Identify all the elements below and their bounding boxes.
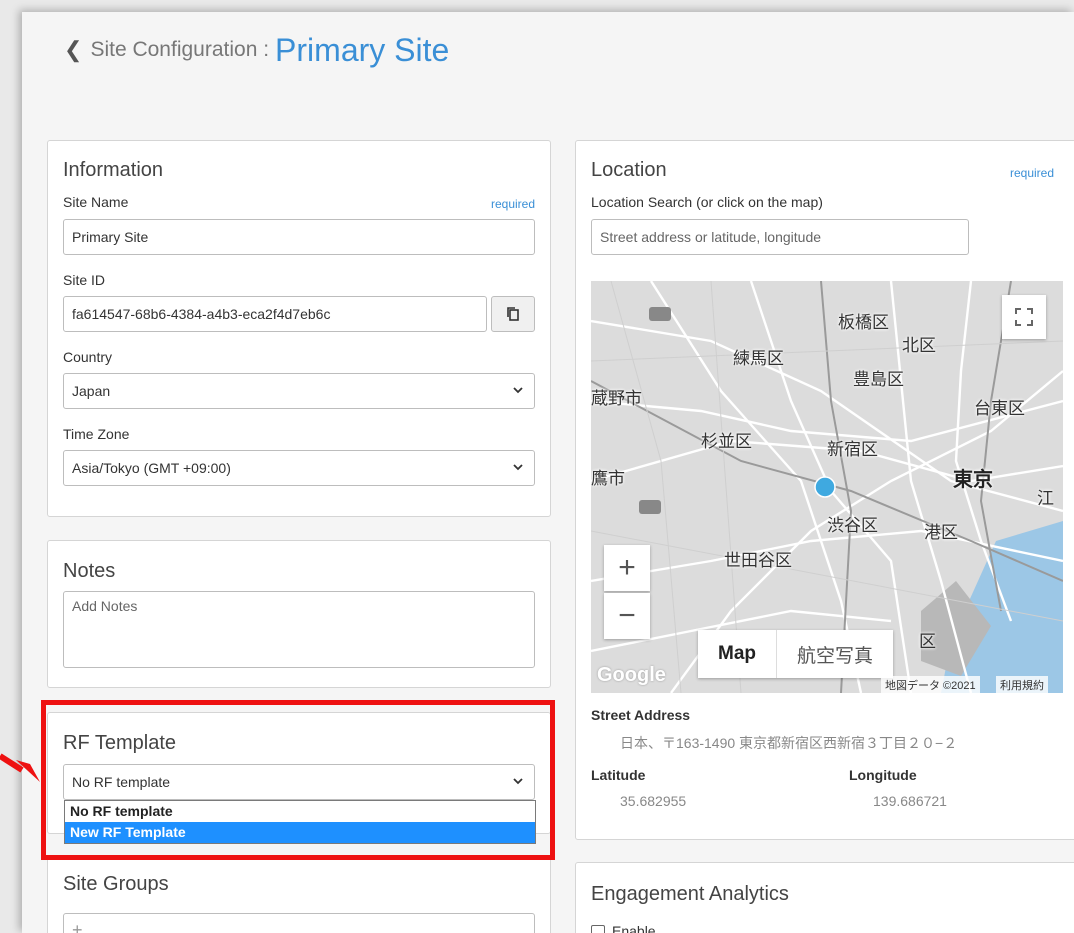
longitude-label: Longitude bbox=[849, 767, 917, 783]
chevron-left-icon[interactable]: ❮ bbox=[64, 37, 82, 63]
engagement-analytics-card: Engagement Analytics Enable bbox=[575, 862, 1074, 933]
map-type-map-button[interactable]: Map bbox=[698, 630, 776, 678]
breadcrumb[interactable]: Site Configuration : bbox=[90, 38, 269, 62]
page-title: Primary Site bbox=[275, 31, 450, 68]
enable-label: Enable bbox=[612, 923, 656, 933]
copy-icon bbox=[507, 307, 519, 321]
map-label: 杉並区 bbox=[701, 432, 752, 451]
map-label: 豊島区 bbox=[853, 370, 904, 389]
map-type-satellite-button[interactable]: 航空写真 bbox=[776, 630, 893, 678]
add-icon[interactable]: + bbox=[72, 920, 83, 933]
notes-title: Notes bbox=[63, 560, 116, 582]
timezone-value: Asia/Tokyo (GMT +09:00) bbox=[72, 460, 231, 476]
timezone-label: Time Zone bbox=[63, 426, 130, 442]
zoom-in-button[interactable]: + bbox=[604, 545, 650, 591]
map-label: 区 bbox=[919, 632, 936, 651]
fullscreen-button[interactable] bbox=[1002, 295, 1046, 339]
location-map[interactable]: 板橋区 北区 練馬区 豊島区 蔵野市 台東区 杉並区 新宿区 東京 鷹市 江 渋… bbox=[591, 281, 1063, 693]
chevron-down-icon bbox=[513, 387, 523, 394]
site-name-label: Site Name bbox=[63, 194, 129, 210]
map-label: 台東区 bbox=[974, 399, 1025, 418]
map-label: 渋谷区 bbox=[827, 516, 878, 535]
map-label: 港区 bbox=[924, 523, 958, 542]
location-search-input[interactable]: Street address or latitude, longitude bbox=[591, 219, 969, 255]
site-groups-input[interactable]: + bbox=[63, 913, 535, 933]
enable-checkbox[interactable] bbox=[591, 925, 605, 933]
site-id-input[interactable]: fa614547-68b6-4384-a4b3-eca2f4d7eb6c bbox=[63, 296, 487, 332]
map-terms-link[interactable]: 利用規約 bbox=[996, 676, 1048, 693]
map-data-credit: 地図データ ©2021 bbox=[881, 676, 980, 693]
notes-textarea[interactable]: Add Notes bbox=[63, 591, 535, 668]
google-logo: Google bbox=[597, 664, 666, 686]
site-id-label: Site ID bbox=[63, 272, 106, 288]
map-label: 世田谷区 bbox=[724, 551, 792, 570]
map-label: 蔵野市 bbox=[591, 389, 642, 408]
map-label: 練馬区 bbox=[733, 349, 784, 368]
site-name-required: required bbox=[490, 197, 535, 211]
engagement-title: Engagement Analytics bbox=[591, 883, 789, 905]
information-title: Information bbox=[63, 159, 164, 181]
street-address-value: 日本、〒163-1490 東京都新宿区西新宿３丁目２０−２ bbox=[620, 735, 958, 751]
street-address-label: Street Address bbox=[591, 707, 691, 723]
location-title: Location bbox=[591, 159, 667, 181]
information-card: Information Site Name required Primary S… bbox=[47, 140, 551, 517]
latitude-label: Latitude bbox=[591, 767, 646, 783]
chevron-down-icon bbox=[513, 464, 523, 471]
location-required: required bbox=[1010, 166, 1055, 180]
map-label: 板橋区 bbox=[838, 313, 889, 332]
map-label: 江 bbox=[1037, 489, 1054, 508]
page-header: ❮ Site Configuration : Primary Site bbox=[64, 20, 449, 80]
longitude-value: 139.686721 bbox=[873, 793, 947, 809]
latitude-value: 35.682955 bbox=[620, 793, 687, 809]
country-value: Japan bbox=[72, 383, 111, 399]
annotation-arrow-icon bbox=[0, 753, 40, 782]
notes-card: Notes Add Notes bbox=[47, 540, 551, 688]
site-groups-title: Site Groups bbox=[63, 873, 169, 895]
map-label: 新宿区 bbox=[827, 440, 878, 459]
country-label: Country bbox=[63, 349, 113, 365]
site-configuration-page: ❮ Site Configuration : Primary Site Info… bbox=[22, 12, 1074, 933]
fullscreen-icon bbox=[1015, 308, 1033, 326]
timezone-select[interactable]: Asia/Tokyo (GMT +09:00) bbox=[63, 450, 535, 486]
map-label: 北区 bbox=[902, 336, 936, 355]
map-label: 鷹市 bbox=[591, 469, 625, 488]
copy-button[interactable] bbox=[491, 296, 535, 332]
map-type-control: Map 航空写真 bbox=[698, 630, 894, 678]
location-search-label: Location Search (or click on the map) bbox=[591, 194, 823, 210]
zoom-out-button[interactable]: − bbox=[604, 593, 650, 639]
annotation-highlight-box bbox=[41, 700, 555, 860]
map-label: 東京 bbox=[953, 469, 993, 491]
location-card: Location required Location Search (or cl… bbox=[575, 140, 1074, 840]
site-name-input[interactable]: Primary Site bbox=[63, 219, 535, 255]
country-select[interactable]: Japan bbox=[63, 373, 535, 409]
site-groups-card: Site Groups + bbox=[47, 856, 551, 933]
